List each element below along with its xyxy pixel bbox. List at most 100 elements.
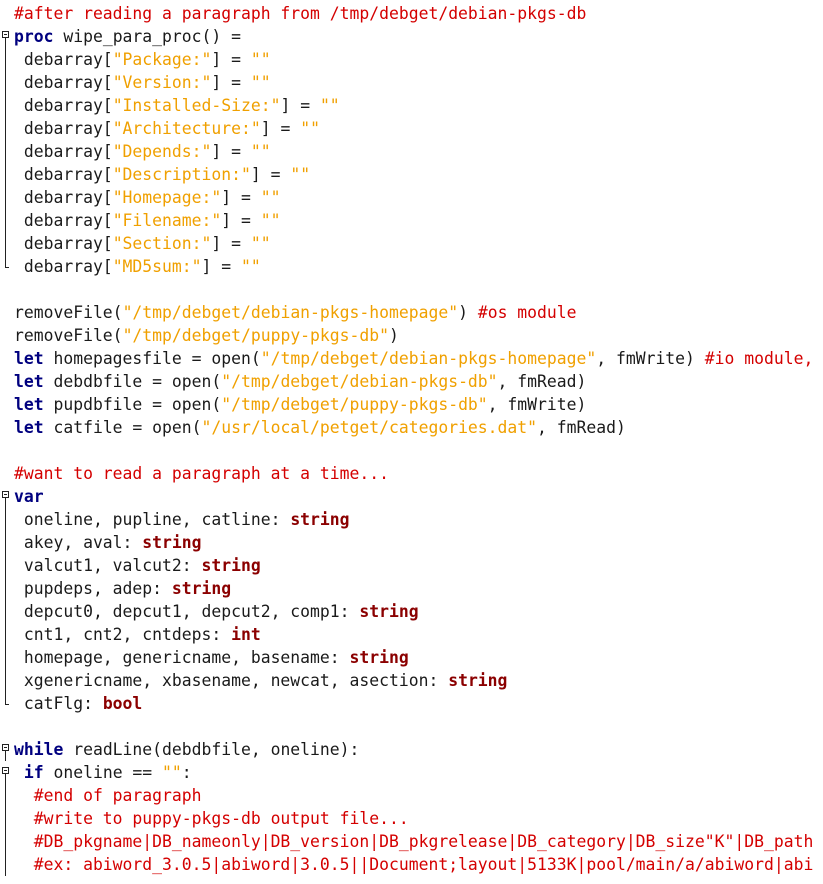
code-line[interactable]: debarray["Description:"] = "" bbox=[0, 163, 823, 186]
fold-guide bbox=[5, 140, 6, 163]
token-plain: debdbfile = open( bbox=[43, 372, 222, 391]
token-plain: readLine(debdbfile, oneline): bbox=[63, 740, 360, 759]
code-line[interactable]: #end of paragraph bbox=[0, 784, 823, 807]
code-line[interactable]: let homepagesfile = open("/tmp/debget/de… bbox=[0, 347, 823, 370]
token-string: "/tmp/debget/puppy-pkgs-db" bbox=[221, 395, 488, 414]
code-editor[interactable]: #after reading a paragraph from /tmp/deb… bbox=[0, 0, 823, 884]
token-plain: ] = bbox=[201, 257, 241, 276]
token-plain: , fmRead) bbox=[537, 418, 626, 437]
code-text: oneline, pupline, catline: string bbox=[14, 508, 350, 531]
token-plain: pupdbfile = open( bbox=[43, 395, 222, 414]
fold-guide bbox=[5, 94, 6, 117]
token-plain: ] = bbox=[211, 73, 251, 92]
code-line[interactable]: cnt1, cnt2, cntdeps: int bbox=[0, 623, 823, 646]
code-text: #write to puppy-pkgs-db output file... bbox=[14, 807, 409, 830]
code-text: debarray["Version:"] = "" bbox=[14, 71, 271, 94]
token-keyword: var bbox=[14, 487, 44, 506]
fold-end-mark bbox=[5, 704, 9, 705]
fold-guide bbox=[5, 163, 6, 186]
code-line[interactable]: depcut0, depcut1, depcut2, comp1: string bbox=[0, 600, 823, 623]
fold-guide bbox=[5, 531, 6, 554]
code-line[interactable]: removeFile("/tmp/debget/puppy-pkgs-db") bbox=[0, 324, 823, 347]
token-plain: ] = bbox=[250, 165, 291, 184]
code-line[interactable]: #after reading a paragraph from /tmp/deb… bbox=[0, 2, 823, 25]
code-text: let homepagesfile = open("/tmp/debget/de… bbox=[14, 347, 823, 370]
code-line[interactable]: let pupdbfile = open("/tmp/debget/puppy-… bbox=[0, 393, 823, 416]
code-text: #end of paragraph bbox=[14, 784, 202, 807]
token-string: "MD5sum:" bbox=[112, 257, 202, 276]
code-line[interactable] bbox=[0, 715, 823, 738]
code-line[interactable]: pupdeps, adep: string bbox=[0, 577, 823, 600]
code-line[interactable]: #DB_pkgname|DB_nameonly|DB_version|DB_pk… bbox=[0, 830, 823, 853]
token-string: "" bbox=[319, 96, 340, 115]
fold-guide bbox=[5, 600, 6, 623]
token-plain: ] = bbox=[211, 142, 251, 161]
token-plain: debarray[ bbox=[14, 234, 113, 253]
code-line[interactable]: #ex: abiword_3.0.5|abiword|3.0.5||Docume… bbox=[0, 853, 823, 876]
code-text: let catfile = open("/usr/local/petget/ca… bbox=[14, 416, 626, 439]
code-line[interactable]: debarray["Homepage:"] = "" bbox=[0, 186, 823, 209]
code-line[interactable]: debarray["Architecture:"] = "" bbox=[0, 117, 823, 140]
code-line[interactable]: var bbox=[0, 485, 823, 508]
code-line[interactable]: #want to read a paragraph at a time... bbox=[0, 462, 823, 485]
token-comment: #write to puppy-pkgs-db output file... bbox=[14, 809, 409, 828]
code-line[interactable]: debarray["Version:"] = "" bbox=[0, 71, 823, 94]
code-text: debarray["Depends:"] = "" bbox=[14, 140, 271, 163]
code-line[interactable] bbox=[0, 439, 823, 462]
token-plain: debarray[ bbox=[14, 257, 113, 276]
token-type: string bbox=[290, 510, 350, 529]
code-line[interactable]: oneline, pupline, catline: string bbox=[0, 508, 823, 531]
fold-collapse-icon[interactable] bbox=[2, 744, 9, 751]
fold-guide bbox=[5, 71, 6, 94]
code-line[interactable]: debarray["Section:"] = "" bbox=[0, 232, 823, 255]
token-keyword: proc bbox=[14, 27, 54, 46]
code-line[interactable]: debarray["Depends:"] = "" bbox=[0, 140, 823, 163]
code-line[interactable]: debarray["MD5sum:"] = "" bbox=[0, 255, 823, 278]
code-line[interactable]: akey, aval: string bbox=[0, 531, 823, 554]
code-text: debarray["Installed-Size:"] = "" bbox=[14, 94, 340, 117]
token-string: "/tmp/debget/puppy-pkgs-db" bbox=[122, 326, 389, 345]
code-text: let debdbfile = open("/tmp/debget/debian… bbox=[14, 370, 586, 393]
code-line[interactable] bbox=[0, 278, 823, 301]
token-string: "" bbox=[250, 50, 271, 69]
fold-guide bbox=[5, 692, 6, 704]
code-line[interactable]: while readLine(debdbfile, oneline): bbox=[0, 738, 823, 761]
token-string: "Filename:" bbox=[112, 211, 222, 230]
token-string: "/tmp/debget/debian-pkgs-homepage" bbox=[260, 349, 597, 368]
fold-collapse-icon[interactable] bbox=[2, 767, 9, 774]
code-line[interactable]: debarray["Installed-Size:"] = "" bbox=[0, 94, 823, 117]
token-string: "" bbox=[300, 119, 320, 138]
code-line[interactable]: removeFile("/tmp/debget/debian-pkgs-home… bbox=[0, 301, 823, 324]
code-text: proc wipe_para_proc() = bbox=[14, 25, 241, 48]
fold-guide bbox=[5, 807, 6, 830]
token-keyword: let bbox=[14, 395, 44, 414]
token-string: "" bbox=[250, 142, 271, 161]
code-line[interactable]: #write to puppy-pkgs-db output file... bbox=[0, 807, 823, 830]
fold-guide bbox=[5, 853, 6, 876]
token-string: "/usr/local/petget/categories.dat" bbox=[201, 418, 538, 437]
token-plain: debarray[ bbox=[14, 50, 113, 69]
code-text: valcut1, valcut2: string bbox=[14, 554, 261, 577]
code-line[interactable]: proc wipe_para_proc() = bbox=[0, 25, 823, 48]
code-line[interactable]: let catfile = open("/usr/local/petget/ca… bbox=[0, 416, 823, 439]
token-comment: #os module bbox=[477, 303, 577, 322]
token-plain: ] = bbox=[221, 188, 261, 207]
code-line[interactable]: if oneline == "": bbox=[0, 761, 823, 784]
fold-collapse-icon[interactable] bbox=[2, 31, 9, 38]
fold-collapse-icon[interactable] bbox=[2, 491, 9, 498]
token-type: string bbox=[142, 533, 202, 552]
code-line[interactable]: debarray["Filename:"] = "" bbox=[0, 209, 823, 232]
token-comment: #end of paragraph bbox=[14, 786, 202, 805]
code-text: debarray["Homepage:"] = "" bbox=[14, 186, 281, 209]
code-text: catFlg: bool bbox=[14, 692, 142, 715]
code-line[interactable]: catFlg: bool bbox=[0, 692, 823, 715]
code-text: debarray["Filename:"] = "" bbox=[14, 209, 281, 232]
code-line[interactable]: valcut1, valcut2: string bbox=[0, 554, 823, 577]
code-text: pupdeps, adep: string bbox=[14, 577, 231, 600]
code-line[interactable]: homepage, genericname, basename: string bbox=[0, 646, 823, 669]
code-line[interactable]: let debdbfile = open("/tmp/debget/debian… bbox=[0, 370, 823, 393]
code-line[interactable]: debarray["Package:"] = "" bbox=[0, 48, 823, 71]
token-string: "Homepage:" bbox=[112, 188, 222, 207]
code-line[interactable]: xgenericname, xbasename, newcat, asectio… bbox=[0, 669, 823, 692]
fold-guide bbox=[5, 554, 6, 577]
